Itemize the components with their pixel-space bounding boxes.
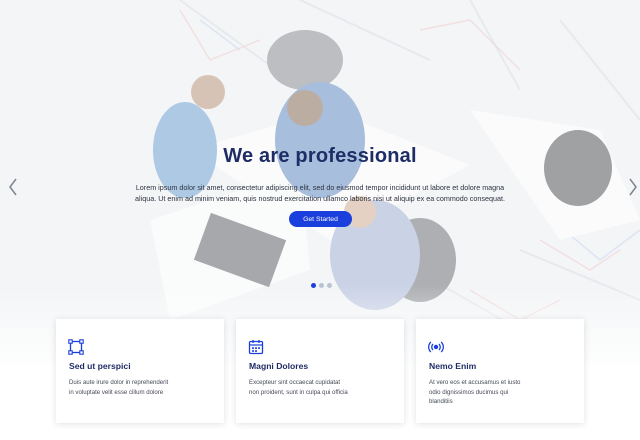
broadcast-icon — [428, 341, 444, 353]
feature-description: Excepteur sint occaecat cupidatat non pr… — [249, 379, 348, 396]
feature-description: Duis aute irure dolor in reprehenderit i… — [69, 379, 169, 396]
feature-card: Nemo Enim At vero eos et accusamus et iu… — [416, 319, 584, 423]
carousel-next-button[interactable] — [626, 176, 640, 198]
feature-title[interactable]: Sed ut perspici — [69, 361, 131, 371]
hero-description: Lorem ipsum dolor sit amet, consectetur … — [135, 183, 505, 203]
carousel-dot[interactable] — [311, 283, 316, 288]
frame-icon — [68, 339, 84, 355]
feature-description: At vero eos et accusamus et iusto odio d… — [429, 379, 521, 406]
carousel-dot[interactable] — [319, 283, 324, 288]
chevron-left-icon — [9, 178, 17, 196]
features-section: Sed ut perspici Duis aute irure dolor in… — [56, 319, 584, 423]
feature-card: Magni Dolores Excepteur sint occaecat cu… — [236, 319, 404, 423]
feature-card: Sed ut perspici Duis aute irure dolor in… — [56, 319, 224, 423]
feature-title[interactable]: Nemo Enim — [429, 361, 476, 371]
feature-title[interactable]: Magni Dolores — [249, 361, 308, 371]
carousel-prev-button[interactable] — [6, 176, 20, 198]
carousel-dot[interactable] — [327, 283, 332, 288]
chevron-right-icon — [629, 178, 637, 196]
get-started-button[interactable]: Get Started — [289, 211, 352, 227]
carousel-indicators — [311, 283, 332, 288]
hero-section: We are professional Lorem ipsum dolor si… — [0, 0, 640, 365]
hero-title: We are professional — [223, 145, 417, 167]
calendar-icon — [248, 340, 264, 355]
